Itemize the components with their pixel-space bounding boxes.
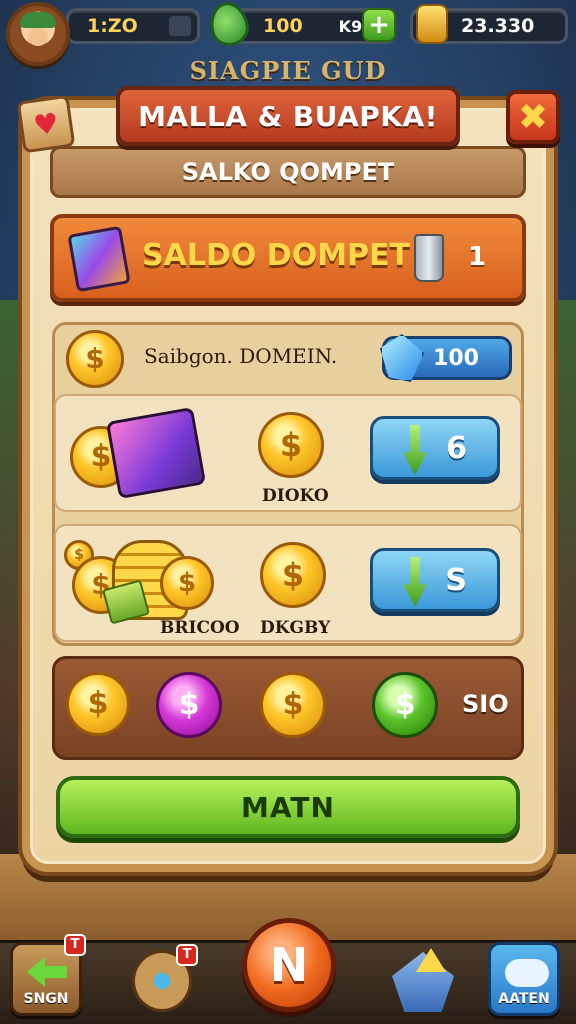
coin-icon: $	[66, 672, 130, 736]
green-coin-icon: $	[372, 672, 438, 738]
notification-badge: T	[64, 934, 86, 956]
gem-secondary: K9	[338, 16, 363, 36]
nav-wizard-button[interactable]	[386, 944, 458, 1018]
notification-badge: T	[176, 944, 198, 966]
nav-back-label: SNGN	[23, 991, 69, 1007]
spell-book-icon	[105, 406, 207, 500]
center-action-button[interactable]: N	[242, 918, 336, 1012]
top-bar: 1:ZO 100 K9 + 23.330	[0, 0, 576, 66]
screen-subtitle: SIAGPIE GUD	[189, 56, 387, 85]
coin-icon: $	[66, 330, 124, 388]
coin-icon: $	[260, 672, 326, 738]
action-button-value: 6	[446, 430, 467, 466]
timer-text: 1:ZO	[87, 15, 138, 37]
item-label: BRICOO	[160, 618, 240, 638]
nav-cloud-label: AATEN	[498, 991, 550, 1007]
trash-can-icon	[414, 234, 444, 282]
heart-icon[interactable]: ♥	[16, 94, 76, 154]
avatar-hair	[20, 12, 56, 28]
item-label: DKGBY	[260, 618, 331, 638]
add-gems-button[interactable]: +	[362, 8, 396, 42]
cloud-icon	[505, 959, 549, 987]
coin-icon: $	[160, 556, 214, 610]
close-button[interactable]: ✖	[506, 90, 560, 144]
currency-row-value: SIO	[462, 690, 509, 718]
gold-bar-icon	[416, 4, 448, 44]
action-button-value: S	[445, 562, 467, 598]
timer-display: 1:ZO	[66, 8, 200, 44]
wallet-feature-row[interactable]: SALDO DOMPET 1	[50, 214, 526, 302]
timer-slot	[169, 16, 191, 36]
action-button[interactable]: 6	[370, 416, 500, 480]
gold-count: 23.330	[461, 15, 535, 37]
feature-count: 1	[468, 242, 487, 272]
coin-icon: $	[260, 542, 326, 608]
avatar-face	[28, 28, 48, 46]
arrow-left-icon	[27, 957, 67, 987]
nav-cloud-button[interactable]: AATEN	[488, 942, 560, 1016]
item-label: DIOKO	[262, 486, 329, 506]
feature-label: SALDO DOMPET	[142, 238, 410, 273]
arrow-down-icon	[403, 425, 427, 475]
coin-icon: $	[258, 412, 324, 478]
dialog-title: MALLA & BUAPKA!	[116, 86, 460, 146]
action-button[interactable]: S	[370, 548, 500, 612]
list-header-label: Saibgon. DOMEIN.	[144, 344, 338, 368]
purple-coin-icon: $	[156, 672, 222, 738]
cards-icon	[67, 225, 131, 293]
dialog-subtitle: SALKO QOMPET	[50, 146, 526, 198]
arrow-down-icon	[403, 557, 427, 607]
gem-count: 100	[263, 15, 303, 37]
main-button[interactable]: MATN	[56, 776, 520, 838]
